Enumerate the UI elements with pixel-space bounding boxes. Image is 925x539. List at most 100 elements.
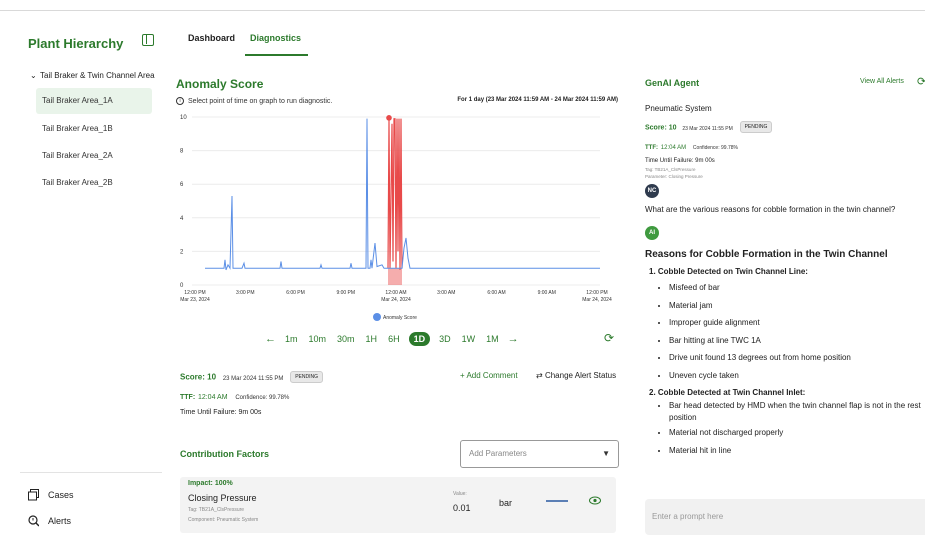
x-tick-label: 12:00 PM [184, 290, 205, 296]
tab-dashboard[interactable]: Dashboard [188, 33, 235, 43]
x-tick-label: 6:00 PM [286, 290, 305, 296]
section-1-list: Misfeed of bar Material jam Improper gui… [645, 279, 923, 384]
score-row: Score: 10 23 Mar 2024 11:55 PM PENDING [180, 371, 323, 383]
genai-confidence: Confidence: 99.78% [692, 145, 738, 151]
x-tick-label: 6:00 AM [487, 290, 505, 296]
list-item: Material jam [669, 297, 923, 315]
score-date: 23 Mar 2024 11:55 PM [222, 375, 284, 382]
anomaly-range: For 1 day (23 Mar 2024 11:59 AM - 24 Mar… [457, 97, 618, 103]
score-value: Score: 10 [180, 372, 217, 382]
user-avatar: NC [645, 184, 659, 198]
refresh-icon[interactable]: ⟳ [604, 331, 614, 345]
swap-icon: ⇄ [536, 371, 543, 380]
x-tick-label: 9:00 PM [336, 290, 355, 296]
anomaly-title: Anomaly Score [176, 77, 264, 91]
sidebar-divider [20, 472, 162, 473]
selected-point [386, 115, 392, 121]
eye-icon[interactable] [589, 496, 601, 505]
y-tick-label: 8 [180, 149, 184, 155]
genai-ttf-text: Time Until Failure: 9m 00s [645, 158, 715, 164]
main-tabs: Dashboard Diagnostics [170, 20, 630, 56]
anomaly-card: Anomaly Score i Select point of time on … [170, 67, 630, 353]
tree-item-1b[interactable]: Tail Braker Area_1B [36, 116, 152, 142]
list-item: Material not discharged properly [669, 424, 923, 442]
y-tick-label: 4 [180, 216, 184, 222]
list-item: Bar head detected by HMD when the twin c… [669, 400, 923, 424]
status-badge: PENDING [290, 371, 323, 383]
x-tick-label: 12:00 PM [586, 290, 607, 296]
y-tick-label: 2 [180, 249, 184, 255]
timeframe-10m[interactable]: 10m [307, 333, 329, 345]
tab-diagnostics[interactable]: Diagnostics [250, 33, 301, 43]
prev-arrow-icon[interactable]: ← [265, 333, 276, 345]
genai-ttf-time: 12:04 AM [660, 145, 687, 151]
factor-value: 0.01 [453, 503, 471, 513]
list-item: Bar hitting at line TWC 1A [669, 332, 923, 350]
add-comment-button[interactable]: + Add Comment [460, 371, 518, 380]
chevron-down-icon: ⌄ [30, 71, 37, 80]
user-question: What are the various reasons for cobble … [645, 205, 896, 214]
next-arrow-icon[interactable]: → [508, 333, 519, 345]
genai-title: GenAI Agent [645, 78, 700, 88]
anomaly-spikes [387, 118, 403, 270]
active-tab-underline [245, 54, 308, 56]
sidebar-title: Plant Hierarchy [28, 36, 124, 51]
genai-score-row: Score: 10 23 Mar 2024 11:55 PM PENDING [645, 121, 923, 133]
genai-status-badge: PENDING [739, 121, 773, 133]
factor-tag: Tag: TB21A_ClsPressure [188, 507, 245, 513]
legend-label: Anomaly Score [383, 315, 417, 321]
ttf-label: TTF: [180, 394, 196, 401]
ai-avatar: AI [645, 226, 659, 240]
copy-icon [28, 489, 39, 501]
sidebar-toggle-icon[interactable] [142, 34, 154, 46]
confidence: Confidence: 99.78% [235, 395, 290, 401]
x-tick-label: 12:00 AM [385, 290, 406, 296]
y-tick-label: 0 [180, 283, 184, 289]
time-until-failure: Time Until Failure: 9m 00s [180, 409, 262, 416]
timeframe-1h[interactable]: 1H [364, 333, 380, 345]
anomaly-hint-text: Select point of time on graph to run dia… [188, 97, 333, 105]
tree-item-2a[interactable]: Tail Braker Area_2A [36, 143, 152, 169]
y-tick-label: 6 [180, 182, 184, 188]
change-status-label: Change Alert Status [544, 371, 617, 380]
list-item: Material hit in line [669, 442, 923, 460]
nav-alerts[interactable]: Alerts [28, 515, 71, 527]
factor-row[interactable]: Impact: 100% Closing Pressure Tag: TB21A… [180, 477, 616, 533]
prompt-input[interactable]: Enter a prompt here [645, 499, 925, 535]
timeframe-1m[interactable]: 1M [484, 333, 501, 345]
nav-cases[interactable]: Cases [28, 489, 74, 501]
tree-item-1a[interactable]: Tail Braker Area_1A [36, 88, 152, 114]
add-parameters-select[interactable]: Add Parameters ▼ [460, 440, 619, 468]
answer-title: Reasons for Cobble Formation in the Twin… [645, 249, 888, 260]
timeframe-1w[interactable]: 1W [460, 333, 478, 345]
section-2-list: Bar head detected by HMD when the twin c… [645, 400, 923, 459]
tree-root[interactable]: ⌄ Tail Braker & Twin Channel Area [30, 71, 155, 80]
chat-area: Pneumatic System Score: 10 23 Mar 2024 1… [645, 104, 923, 494]
list-item: Improper guide alignment [669, 314, 923, 332]
genai-refresh-icon[interactable]: ⟳ [917, 75, 925, 88]
timeframe-1m[interactable]: 1m [283, 333, 300, 345]
nav-cases-label: Cases [48, 490, 74, 500]
search-alert-icon [28, 515, 39, 527]
timeframe-30m[interactable]: 30m [335, 333, 357, 345]
view-all-alerts-link[interactable]: View All Alerts [860, 78, 904, 85]
tree-item-2b[interactable]: Tail Braker Area_2B [36, 170, 152, 196]
x-tick-label: 9:00 AM [538, 290, 556, 296]
legend-swatch [373, 313, 381, 321]
genai-parameter: Parameter: Closing Pressure [645, 174, 703, 179]
change-status-button[interactable]: ⇄ Change Alert Status [536, 371, 616, 380]
timeframe-6h[interactable]: 6H [386, 333, 402, 345]
tree-root-label: Tail Braker & Twin Channel Area [40, 71, 155, 80]
anomaly-chart[interactable]: 024681012:00 PMMar 23, 20243:00 PM 6:00 P… [170, 111, 630, 329]
add-parameters-placeholder: Add Parameters [469, 449, 527, 458]
timeframe-1d[interactable]: 1D [408, 332, 431, 346]
genai-panel: GenAI Agent View All Alerts ⟳ Pneumatic … [638, 67, 925, 539]
section-1-heading: 1. Cobble Detected on Twin Channel Line: [649, 267, 808, 276]
list-item: Uneven cycle taken [669, 367, 923, 385]
x-tick-label: 3:00 PM [236, 290, 255, 296]
plus-icon: + [460, 371, 465, 380]
y-tick-label: 10 [180, 115, 187, 121]
factor-component: Component: Pneumatic System [188, 517, 259, 523]
timeframe-3d[interactable]: 3D [437, 333, 453, 345]
caret-down-icon: ▼ [602, 449, 610, 458]
